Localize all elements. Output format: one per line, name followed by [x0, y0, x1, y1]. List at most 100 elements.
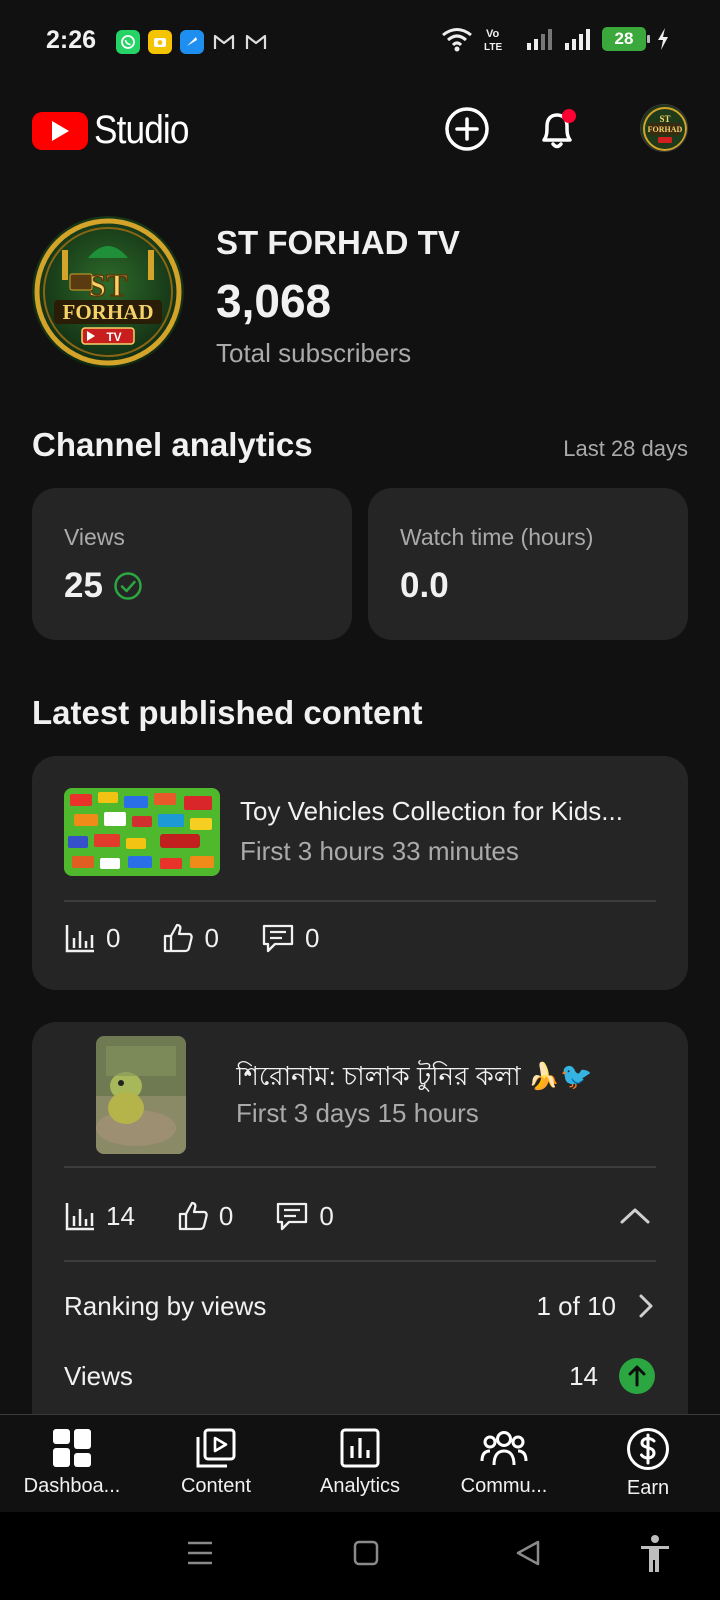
nav-analytics[interactable]: Analytics — [288, 1415, 432, 1512]
camera-app-icon — [148, 30, 172, 54]
content-card[interactable]: Toy Vehicles Collection for Kids... Firs… — [32, 756, 688, 990]
video-thumbnail[interactable] — [64, 788, 220, 876]
ranking-row[interactable]: Ranking by views 1 of 10 — [64, 1286, 656, 1326]
likes-stat: 0 — [162, 922, 219, 954]
metric-label: Watch time (hours) — [400, 524, 594, 550]
subscriber-label: Total subscribers — [216, 338, 412, 368]
charging-icon — [658, 28, 668, 50]
wifi-icon — [442, 28, 472, 52]
home-button[interactable] — [352, 1538, 380, 1573]
metric-value: 0.0 — [400, 566, 449, 606]
arrow-up-circle-icon — [619, 1358, 655, 1394]
accessibility-icon — [641, 1535, 669, 1572]
content-card[interactable]: শিরোনাম: চালাক টুনির কলা 🍌🐦 First 3 days… — [32, 1022, 688, 1442]
avatar-text-st: ST — [88, 267, 127, 303]
watch-time-value: 0.0 — [400, 566, 449, 605]
channel-avatar[interactable]: ST FORHAD TV — [32, 216, 184, 368]
app-header: Studio FORHAD ST — [0, 94, 720, 164]
video-title[interactable]: শিরোনাম: চালাক টুনির কলা 🍌🐦 — [236, 1056, 656, 1100]
collapse-button[interactable] — [618, 1200, 652, 1237]
accessibility-button[interactable] — [638, 1534, 672, 1579]
bell-icon — [542, 109, 576, 149]
dashboard-icon — [53, 1429, 91, 1467]
metric-value: 25 — [64, 566, 143, 606]
divider — [64, 1260, 656, 1262]
chevron-right-icon — [639, 1294, 653, 1318]
battery-indicator: 28 — [602, 27, 650, 51]
likes-stat: 0 — [177, 1200, 233, 1232]
comment-icon — [277, 1202, 308, 1231]
svg-text:Vo: Vo — [486, 28, 500, 40]
views-stat: 0 — [64, 922, 120, 954]
likes-count: 0 — [204, 922, 219, 953]
volte-icon: Vo LTE — [484, 28, 502, 52]
home-icon — [353, 1540, 379, 1566]
ranking-label: Ranking by views — [64, 1290, 267, 1321]
youtube-play-icon — [32, 111, 88, 150]
video-title[interactable]: Toy Vehicles Collection for Kids... — [240, 796, 656, 827]
nav-dashboard[interactable]: Dashboa... — [0, 1415, 144, 1512]
menu-button[interactable] — [186, 1538, 214, 1573]
ranking-value: 1 of 10 — [536, 1290, 616, 1321]
divider — [64, 1166, 656, 1168]
divider — [64, 900, 656, 902]
create-button[interactable] — [440, 102, 494, 156]
gmail-icon — [212, 30, 236, 54]
views-metric-card[interactable]: Views 25 — [32, 488, 352, 640]
avatar-text-forhad: FORHAD — [63, 300, 154, 324]
community-icon — [480, 1431, 528, 1466]
account-avatar[interactable]: FORHAD ST — [640, 104, 688, 152]
check-circle-icon — [114, 572, 142, 600]
bar-chart-icon — [65, 1203, 94, 1231]
logo-text: Studio — [94, 108, 189, 152]
views-count: 14 — [106, 1200, 135, 1231]
system-navigation-bar — [0, 1512, 720, 1600]
video-thumbnail[interactable] — [96, 1036, 186, 1154]
notification-icons — [116, 30, 268, 54]
nav-earn[interactable]: Earn — [576, 1415, 720, 1512]
nav-community[interactable]: Commu... — [432, 1415, 576, 1512]
watch-time-metric-card[interactable]: Watch time (hours) 0.0 — [368, 488, 688, 640]
content-icon — [196, 1428, 236, 1468]
views-row-label: Views — [64, 1360, 133, 1391]
svg-text:FORHAD: FORHAD — [648, 125, 683, 134]
views-row-value: 14 — [569, 1360, 598, 1391]
signal-icon — [527, 29, 552, 50]
video-timeframe: First 3 hours 33 minutes — [240, 836, 519, 866]
nav-label: Commu... — [460, 1475, 548, 1497]
comments-count: 0 — [304, 922, 320, 953]
views-row: Views 14 — [64, 1356, 656, 1396]
earn-icon — [627, 1428, 669, 1470]
system-indicators: Vo LTE 28 — [440, 26, 670, 52]
svg-text:LTE: LTE — [484, 42, 502, 52]
menu-icon — [188, 1541, 212, 1565]
nav-content[interactable]: Content — [144, 1415, 288, 1512]
thumbs-up-icon — [178, 1201, 208, 1231]
back-button[interactable] — [514, 1538, 542, 1573]
subscriber-count: 3,068 — [216, 275, 332, 327]
views-row-value-group: 14 — [569, 1357, 656, 1395]
nav-label: Analytics — [319, 1475, 401, 1497]
channel-analytics-title: Channel analytics — [32, 426, 313, 463]
bar-chart-icon — [65, 925, 94, 953]
status-bar: 2:26 Vo LTE 28 — [0, 0, 720, 84]
youtube-studio-logo[interactable]: Studio — [32, 108, 201, 153]
video-stats: 0 0 0 — [64, 922, 361, 954]
vpn-app-icon — [180, 30, 204, 54]
comments-stat: 0 — [261, 922, 319, 954]
channel-summary: ST FORHAD TV ST FORHAD TV 3,068 Total su… — [32, 216, 688, 370]
likes-count: 0 — [218, 1200, 234, 1231]
thumbs-up-icon — [164, 923, 194, 953]
nav-label: Dashboa... — [23, 1475, 121, 1497]
views-stat: 14 — [64, 1200, 135, 1232]
date-range: Last 28 days — [563, 436, 688, 461]
ranking-value-group: 1 of 10 — [536, 1291, 656, 1322]
avatar-text-tv: TV — [106, 330, 121, 344]
bottom-navigation: Dashboa... Content Analytics Commu... Ea… — [0, 1414, 720, 1512]
views-count: 0 — [106, 922, 121, 953]
metric-label: Views — [64, 524, 125, 550]
views-value: 25 — [64, 566, 103, 605]
comments-stat: 0 — [275, 1200, 334, 1232]
channel-name: ST FORHAD TV — [216, 224, 460, 261]
notifications-button[interactable] — [530, 102, 584, 156]
